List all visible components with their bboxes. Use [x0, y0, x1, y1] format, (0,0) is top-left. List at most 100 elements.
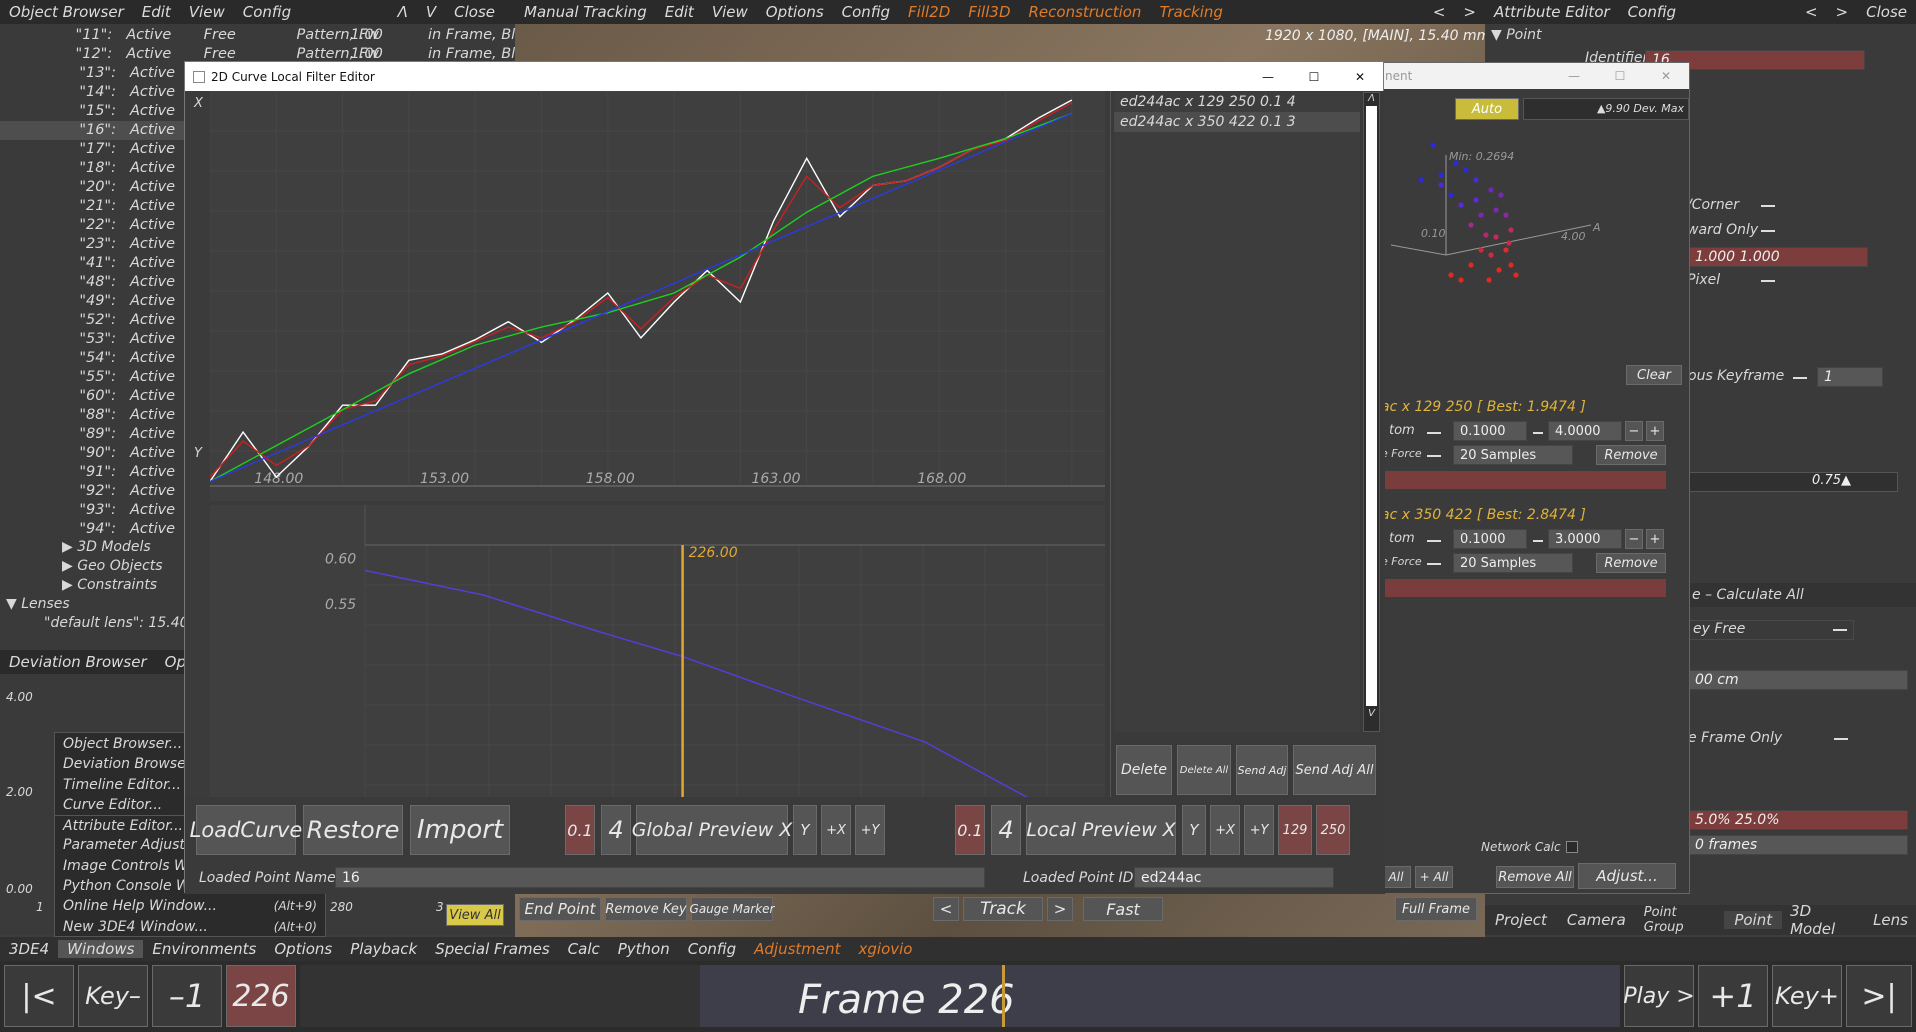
track-prev-button[interactable]: <	[933, 897, 959, 921]
menu-3de4[interactable]: 3DE4	[0, 940, 58, 958]
increment-button[interactable]: +	[1646, 421, 1664, 441]
max-field[interactable]: 3.0000	[1548, 529, 1622, 549]
range-end-button[interactable]: 250	[1316, 805, 1350, 855]
decrement-button[interactable]: −	[1625, 529, 1643, 549]
menu-config[interactable]: Config	[833, 3, 899, 21]
increment-button[interactable]: +	[1646, 529, 1664, 549]
tab-lens[interactable]: Lens	[1865, 911, 1916, 929]
plus-one-button[interactable]: +1	[1698, 965, 1768, 1027]
menu-attribute-editor[interactable]: Attribute Editor	[1485, 3, 1619, 21]
keyframe-field[interactable]: 1	[1817, 367, 1883, 387]
list-item[interactable]: ed244ac x 129 250 0.1 4	[1114, 92, 1360, 112]
maximize-icon[interactable]: ☐	[1291, 70, 1337, 84]
close-button[interactable]: Close	[445, 3, 515, 21]
local-max-button[interactable]: 4	[991, 805, 1021, 855]
minus-one-button[interactable]: –1	[152, 965, 222, 1027]
prev-arrow-button[interactable]: <	[1424, 3, 1455, 21]
menu-fill2d[interactable]: Fill2D	[899, 3, 959, 21]
network-calc-checkbox[interactable]	[1566, 841, 1578, 853]
curve-chart-x[interactable]: 148.00 153.00 158.00 163.00 168.00	[210, 91, 1105, 501]
view-all-button[interactable]: View All	[446, 904, 504, 926]
tab-point[interactable]: Point	[1724, 911, 1783, 929]
menu-python[interactable]: Python	[609, 940, 679, 958]
smoothing-slider[interactable]: 0.75▲	[1688, 472, 1898, 492]
maximize-icon[interactable]: ☐	[1597, 69, 1643, 83]
point-section-header[interactable]: ▼ Point	[1485, 24, 1916, 46]
timeline-scrubber[interactable]: Frame 226	[300, 965, 1620, 1027]
clear-button[interactable]: Clear	[1626, 365, 1682, 385]
close-icon[interactable]: ✕	[1643, 69, 1689, 83]
global-plus-y-button[interactable]: +Y	[855, 805, 885, 855]
menu-edit[interactable]: Edit	[656, 3, 703, 21]
import-button[interactable]: Import	[410, 805, 510, 855]
menu-view[interactable]: View	[703, 3, 757, 21]
dropdown-dash-icon[interactable]	[1427, 455, 1441, 457]
samples-field[interactable]: 20 Samples	[1453, 445, 1573, 465]
key-plus-button[interactable]: Key+	[1772, 965, 1842, 1027]
send-adj-all-button[interactable]: Send Adj All	[1293, 745, 1376, 795]
max-field[interactable]: 4.0000	[1548, 421, 1622, 441]
menu-calc[interactable]: Calc	[559, 940, 609, 958]
dev-max-slider[interactable]: ▲9.90 Dev. Max	[1523, 98, 1689, 120]
track-button[interactable]: Track	[963, 897, 1043, 921]
loaded-point-name-field[interactable]: 16	[335, 867, 985, 888]
last-frame-button[interactable]: >|	[1846, 965, 1912, 1027]
restore-button[interactable]: Restore	[303, 805, 403, 855]
remove-button[interactable]: Remove	[1596, 553, 1666, 573]
frame-only-row[interactable]: e Frame Only	[1688, 730, 1854, 746]
menu-environments[interactable]: Environments	[143, 940, 265, 958]
adjust-button[interactable]: Adjust...	[1578, 863, 1676, 889]
global-min-button[interactable]: 0.1	[565, 805, 595, 855]
scroll-down-button[interactable]: V	[417, 3, 445, 21]
frames-field[interactable]: 0 frames	[1688, 835, 1908, 855]
auto-button[interactable]: Auto	[1455, 98, 1519, 120]
play-button[interactable]: Play >	[1623, 965, 1695, 1027]
remove-button[interactable]: Remove	[1596, 445, 1666, 465]
menu-options[interactable]: Options	[757, 3, 833, 21]
track-next-button[interactable]: >	[1047, 897, 1073, 921]
menu-config[interactable]: Config	[679, 940, 745, 958]
minimize-icon[interactable]: —	[1245, 70, 1291, 84]
tab-3d-model[interactable]: 3D Model	[1782, 902, 1865, 938]
local-preview-x-button[interactable]: Local Preview X	[1026, 805, 1176, 855]
scroll-up-button[interactable]: Λ	[389, 3, 417, 21]
menu-playback[interactable]: Playback	[341, 940, 426, 958]
next-arrow-button[interactable]: >	[1454, 3, 1485, 21]
windows-menu-item[interactable]: Online Help Window... (Alt+9)	[55, 896, 325, 916]
menu-fill3d[interactable]: Fill3D	[959, 3, 1019, 21]
list-scrollbar[interactable]: Λ V	[1363, 92, 1380, 732]
range-start-button[interactable]: 129	[1278, 805, 1312, 855]
scroll-down-icon[interactable]: V	[1364, 708, 1379, 719]
local-y-button[interactable]: Y	[1182, 805, 1206, 855]
menu-reconstruction[interactable]: Reconstruction	[1020, 3, 1151, 21]
menu-config[interactable]: Config	[1619, 3, 1685, 21]
percent-field[interactable]: 5.0% 25.0%	[1688, 810, 1908, 830]
menu-config[interactable]: Config	[234, 3, 300, 21]
menu-object-browser[interactable]: Object Browser	[0, 3, 133, 21]
gauge-marker-button[interactable]: Gauge Marker	[690, 897, 775, 921]
frame-field[interactable]: 226	[226, 965, 296, 1027]
list-item[interactable]: ed244ac x 350 422 0.1 3	[1114, 112, 1360, 132]
local-plus-x-button[interactable]: +X	[1210, 805, 1240, 855]
windows-menu-item[interactable]: New 3DE4 Window... (Alt+0)	[55, 917, 325, 937]
prev-arrow-button[interactable]: <	[1796, 3, 1827, 21]
delete-button[interactable]: Delete	[1116, 745, 1172, 795]
remove-key-button[interactable]: Remove Key	[605, 897, 687, 921]
close-icon[interactable]: ✕	[1337, 70, 1383, 84]
close-button[interactable]: Close	[1857, 3, 1916, 21]
tab-camera[interactable]: Camera	[1557, 911, 1636, 929]
decrement-button[interactable]: −	[1625, 421, 1643, 441]
menu-deviation-browser[interactable]: Deviation Browser	[0, 653, 156, 671]
dropdown-dash-icon[interactable]	[1427, 432, 1441, 434]
first-frame-button[interactable]: |<	[4, 965, 74, 1027]
local-min-button[interactable]: 0.1	[955, 805, 985, 855]
menu-manual-tracking[interactable]: Manual Tracking	[515, 3, 656, 21]
dropdown-dash-icon[interactable]	[1793, 377, 1807, 379]
minimize-icon[interactable]: —	[1551, 69, 1597, 83]
dropdown-dash-icon[interactable]	[1427, 540, 1441, 542]
tab-project[interactable]: Project	[1485, 911, 1557, 929]
menu-edit[interactable]: Edit	[133, 3, 180, 21]
fast-button[interactable]: Fast	[1083, 897, 1163, 921]
menu-view[interactable]: View	[180, 3, 234, 21]
menu-adjustment[interactable]: Adjustment	[745, 940, 849, 958]
